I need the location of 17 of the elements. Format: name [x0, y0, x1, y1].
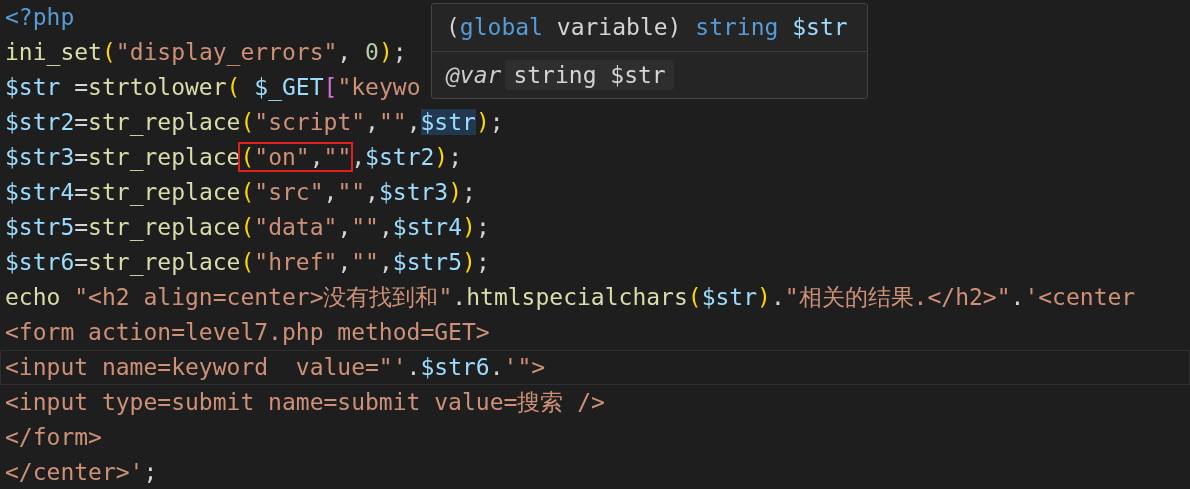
- tooltip-signature: (global variable) string $str: [446, 13, 848, 42]
- code-line: </center>';: [5, 458, 158, 487]
- doc-tag: @var: [446, 62, 502, 88]
- code-line: $str2=str_replace("script","",$str);: [5, 108, 504, 138]
- code-line: <form action=level7.php method=GET>: [5, 318, 490, 347]
- code-line: <input name=keyword value="'.$str6.'">: [5, 353, 546, 382]
- code-line: <?php: [5, 3, 75, 32]
- code-line: $str6=str_replace("href","",$str5);: [5, 248, 490, 278]
- code-line: ini_set("display_errors", 0);: [5, 38, 407, 68]
- code-line: $str =strtolower( $_GET["keywo: [5, 73, 421, 103]
- code-line: $str3=str_replace("on","",$str2);: [5, 143, 463, 173]
- code-line: $str4=str_replace("src","",$str3);: [5, 178, 476, 208]
- code-line: </form>: [5, 423, 102, 452]
- code-line: <input type=submit name=submit value=搜索 />: [5, 388, 605, 417]
- doc-code: string $str: [505, 60, 674, 90]
- code-line: echo "<h2 align=center>没有找到和".htmlspecialchars($str)."相关的结果.</h2>".'<center: [5, 283, 1136, 312]
- code-line: $str5=str_replace("data","",$str4);: [5, 213, 490, 243]
